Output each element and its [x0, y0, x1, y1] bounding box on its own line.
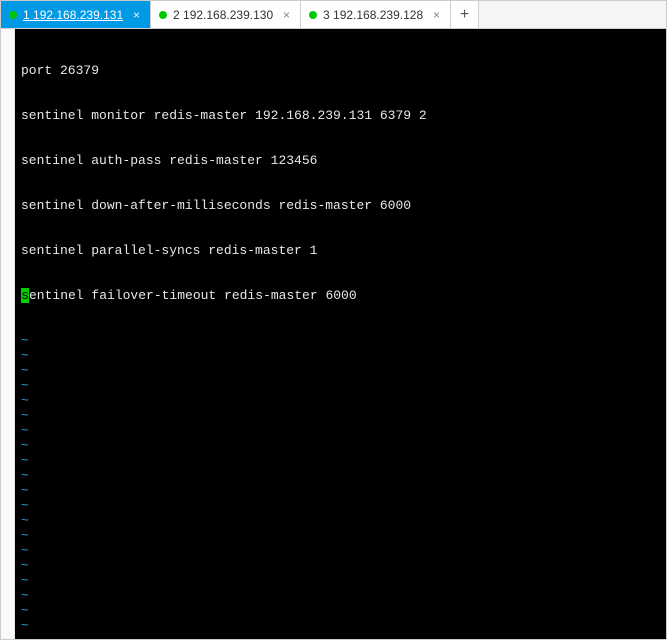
- empty-line-tilde: ~: [21, 573, 660, 588]
- terminal-line: sentinel parallel-syncs redis-master 1: [21, 243, 660, 258]
- tilde-lines: ~~~~~~~~~~~~~~~~~~~~~~~~~~~~~~~~~~~~~~: [21, 333, 660, 639]
- empty-line-tilde: ~: [21, 408, 660, 423]
- empty-line-tilde: ~: [21, 483, 660, 498]
- empty-line-tilde: ~: [21, 423, 660, 438]
- tab-label: 2 192.168.239.130: [173, 8, 275, 22]
- empty-line-tilde: ~: [21, 513, 660, 528]
- empty-line-tilde: ~: [21, 438, 660, 453]
- tab-label: 3 192.168.239.128: [323, 8, 425, 22]
- status-dot-icon: [9, 11, 17, 19]
- tab-bar: 1 192.168.239.131 × 2 192.168.239.130 × …: [1, 1, 666, 29]
- empty-line-tilde: ~: [21, 618, 660, 633]
- empty-line-tilde: ~: [21, 498, 660, 513]
- empty-line-tilde: ~: [21, 348, 660, 363]
- close-icon[interactable]: ×: [281, 8, 292, 22]
- terminal-line: sentinel auth-pass redis-master 123456: [21, 153, 660, 168]
- tab-1[interactable]: 1 192.168.239.131 ×: [1, 1, 151, 28]
- empty-line-tilde: ~: [21, 588, 660, 603]
- close-icon[interactable]: ×: [431, 8, 442, 22]
- empty-line-tilde: ~: [21, 603, 660, 618]
- status-dot-icon: [309, 11, 317, 19]
- left-gutter: [1, 29, 15, 639]
- empty-line-tilde: ~: [21, 378, 660, 393]
- empty-line-tilde: ~: [21, 468, 660, 483]
- tab-3[interactable]: 3 192.168.239.128 ×: [301, 1, 451, 28]
- status-dot-icon: [159, 11, 167, 19]
- new-tab-button[interactable]: +: [451, 1, 479, 28]
- empty-line-tilde: ~: [21, 543, 660, 558]
- cursor-icon: s: [21, 288, 29, 303]
- terminal-line: sentinel monitor redis-master 192.168.23…: [21, 108, 660, 123]
- tab-2[interactable]: 2 192.168.239.130 ×: [151, 1, 301, 28]
- empty-line-tilde: ~: [21, 558, 660, 573]
- empty-line-tilde: ~: [21, 528, 660, 543]
- terminal-line: port 26379: [21, 63, 660, 78]
- empty-line-tilde: ~: [21, 633, 660, 639]
- terminal-line: sentinel down-after-milliseconds redis-m…: [21, 198, 660, 213]
- empty-line-tilde: ~: [21, 453, 660, 468]
- terminal[interactable]: port 26379 sentinel monitor redis-master…: [15, 29, 666, 639]
- empty-line-tilde: ~: [21, 393, 660, 408]
- close-icon[interactable]: ×: [131, 8, 142, 22]
- tab-label: 1 192.168.239.131: [23, 8, 125, 22]
- empty-line-tilde: ~: [21, 333, 660, 348]
- empty-line-tilde: ~: [21, 363, 660, 378]
- terminal-cursor-line: sentinel failover-timeout redis-master 6…: [21, 288, 660, 303]
